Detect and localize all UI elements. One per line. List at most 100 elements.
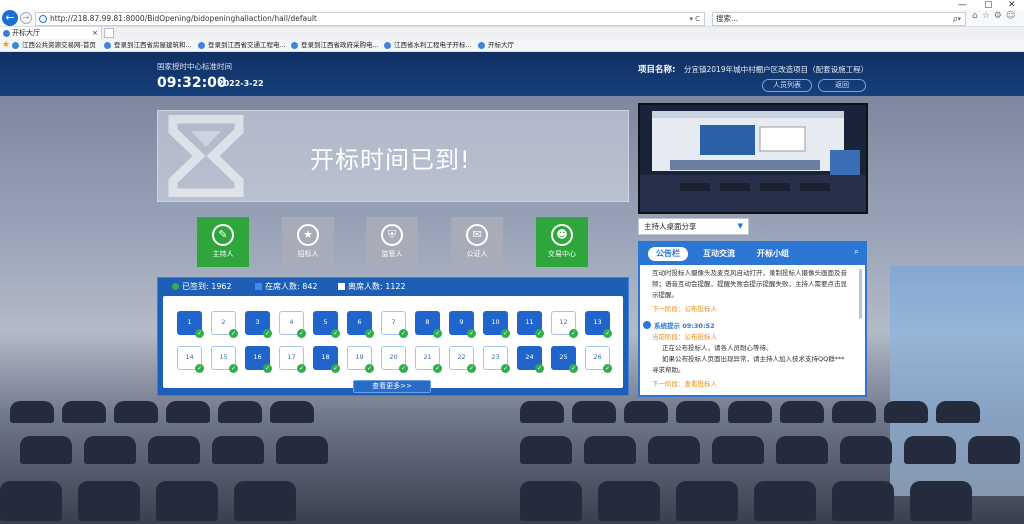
favorite-icon [384,42,391,49]
tab-close-icon[interactable]: × [92,27,98,39]
new-tab-button[interactable] [104,28,114,38]
page-header: 国家授时中心标准时间 09:32:00 2022-3-22 项目名称: 分宜镇2… [0,52,1024,96]
role-host-button[interactable]: ✎ 主持人 [197,217,249,267]
seat-number: 1 [187,318,192,326]
favorite-item[interactable]: 登录到江西省政府采购电... [291,40,379,51]
bidder-seat[interactable]: 8 ✓ [415,311,442,338]
bidder-seat[interactable]: 11 ✓ [517,311,544,338]
view-more-button[interactable]: 查看更多>> [353,380,431,393]
bidder-seat[interactable]: 14 ✓ [177,346,204,373]
tab-bulletin[interactable]: 公告栏 [648,247,688,261]
bidder-seat[interactable]: 1 ✓ [177,311,204,338]
auditorium-chair [20,436,72,464]
time-label: 国家授时中心标准时间 [157,62,232,71]
toolbar-icons[interactable]: ⌂☆⚙☺ [972,11,1019,21]
refresh-icon[interactable]: ▾ C [689,13,700,25]
favorites-star-icon[interactable]: ★ [2,40,10,50]
favorite-item[interactable]: 开标大厅 [478,40,514,51]
bidder-seat[interactable]: 5 ✓ [313,311,340,338]
check-icon: ✓ [535,329,544,338]
pen-icon: ✎ [212,224,234,246]
auditorium-chair [776,436,828,464]
bidder-seat[interactable]: 26 ✓ [585,346,612,373]
maximize-icon[interactable]: ▢ [984,0,993,10]
role-supervisor-button[interactable]: ⛨ 监管人 [366,217,418,267]
bidder-seat[interactable]: 7 ✓ [381,311,408,338]
check-icon: ✓ [433,364,442,373]
notice-text-line: 频；语音互动会提醒，提醒失败会提示提醒失败，主持人需要点击显 [652,280,847,288]
tab-title: 开标大厅 [12,29,40,37]
person-icon: ☻ [551,224,573,246]
bidder-seat[interactable]: 17 ✓ [279,346,306,373]
minimize-icon[interactable]: — [958,0,967,10]
back-button[interactable]: ← [2,10,18,26]
tab-bid-team[interactable]: 开标小组 [757,247,789,261]
favorite-icon [478,42,485,49]
bidder-seat[interactable]: 12 ✓ [551,311,578,338]
bidder-seat[interactable]: 18 ✓ [313,346,340,373]
offline-count: 离席人数: 1122 [338,281,406,292]
search-placeholder: 搜索... [716,14,739,23]
role-notary-button[interactable]: ✉ 公证人 [451,217,503,267]
tab-favicon-icon [3,30,10,37]
auditorium-chair [968,436,1020,464]
seat-number: 26 [593,353,602,361]
role-trading-center-button[interactable]: ☻ 交易中心 [536,217,588,267]
staff-list-button[interactable]: 人员列表 [762,79,812,92]
auditorium-chair [520,436,572,464]
check-icon: ✓ [569,329,578,338]
bidder-seat[interactable]: 20 ✓ [381,346,408,373]
check-icon: ✓ [467,329,476,338]
favorite-item[interactable]: 登录到江西省房屋建筑和... [104,40,192,51]
auditorium-chair [676,481,738,521]
search-input[interactable]: 搜索... ρ▾ [712,12,966,26]
bidder-seat[interactable]: 3 ✓ [245,311,272,338]
search-icon[interactable]: ρ▾ [953,13,961,25]
back-to-list-button[interactable]: 返回 [818,79,866,92]
bidder-seat[interactable]: 10 ✓ [483,311,510,338]
tab-interaction[interactable]: 互动交流 [703,247,735,261]
bidder-seat[interactable]: 2 ✓ [211,311,238,338]
bidder-seat[interactable]: 4 ✓ [279,311,306,338]
notice-scrollbar[interactable] [859,269,862,319]
close-window-icon[interactable]: ✕ [1008,0,1016,10]
bidder-seat[interactable]: 24 ✓ [517,346,544,373]
check-icon: ✓ [501,364,510,373]
bidder-seat[interactable]: 6 ✓ [347,311,374,338]
seat-number: 24 [525,353,534,361]
bidder-seat[interactable]: 19 ✓ [347,346,374,373]
bidder-seat[interactable]: 13 ✓ [585,311,612,338]
forward-button[interactable]: → [20,12,32,24]
favorite-item[interactable]: 江西公共资源交易网-首页 [12,40,96,51]
desktop-share-select[interactable]: 主持人桌面分享 ▼ [638,218,749,235]
seat-number: 16 [253,353,262,361]
bidder-seat[interactable]: 15 ✓ [211,346,238,373]
bid-time-reached-text: 开标时间已到! [310,146,471,174]
favorite-item[interactable]: 登录到江西省交通工程电... [198,40,286,51]
search-icon[interactable]: ⌕ [854,247,859,257]
role-label: 交易中心 [548,250,576,258]
favorite-item[interactable]: 江西省水利工程电子开标... [384,40,472,51]
system-notice-title: 系统提示 09:30:52 [643,321,857,332]
check-icon: ✓ [433,329,442,338]
notice-text-line: 如果公布投标人页面出现异常，请主持人加入技术支持QQ群*** [662,355,845,363]
bidder-seat[interactable]: 16 ✓ [245,346,272,373]
auditorium-chair [936,401,980,423]
role-tenderer-button[interactable]: ★ 招标人 [282,217,334,267]
auditorium-chair [584,436,636,464]
bidder-seat[interactable]: 23 ✓ [483,346,510,373]
offline-square-icon [338,283,345,290]
clock-time: 09:32:00 [157,75,227,91]
url-input[interactable]: http://218.87.99.81:8000/BidOpening/bido… [35,12,705,26]
bidder-seat[interactable]: 25 ✓ [551,346,578,373]
seat-grid: 1 ✓ 2 ✓ 3 ✓ 4 ✓ 5 ✓ 6 ✓ 7 ✓ 8 ✓ 9 ✓ 10 ✓ 11 ✓ 12 ✓ 13 ✓ 14 ✓ 15 ✓ 16 ✓ 1… [163,296,623,388]
tab-bid-hall[interactable]: 开标大厅 × [0,27,102,39]
bidder-seat[interactable]: 22 ✓ [449,346,476,373]
next-stage-text: 下一阶段：公布投标人 [652,305,717,313]
bidder-seat[interactable]: 9 ✓ [449,311,476,338]
seat-number: 18 [321,353,330,361]
auditorium-chair [910,481,972,521]
notice-content: 互动时投标人摄像头及麦克风自动打开，录制投标人摄像头画面及音 频；语音互动会提醒… [640,265,865,395]
bidder-seat[interactable]: 21 ✓ [415,346,442,373]
seat-number: 4 [289,318,294,326]
